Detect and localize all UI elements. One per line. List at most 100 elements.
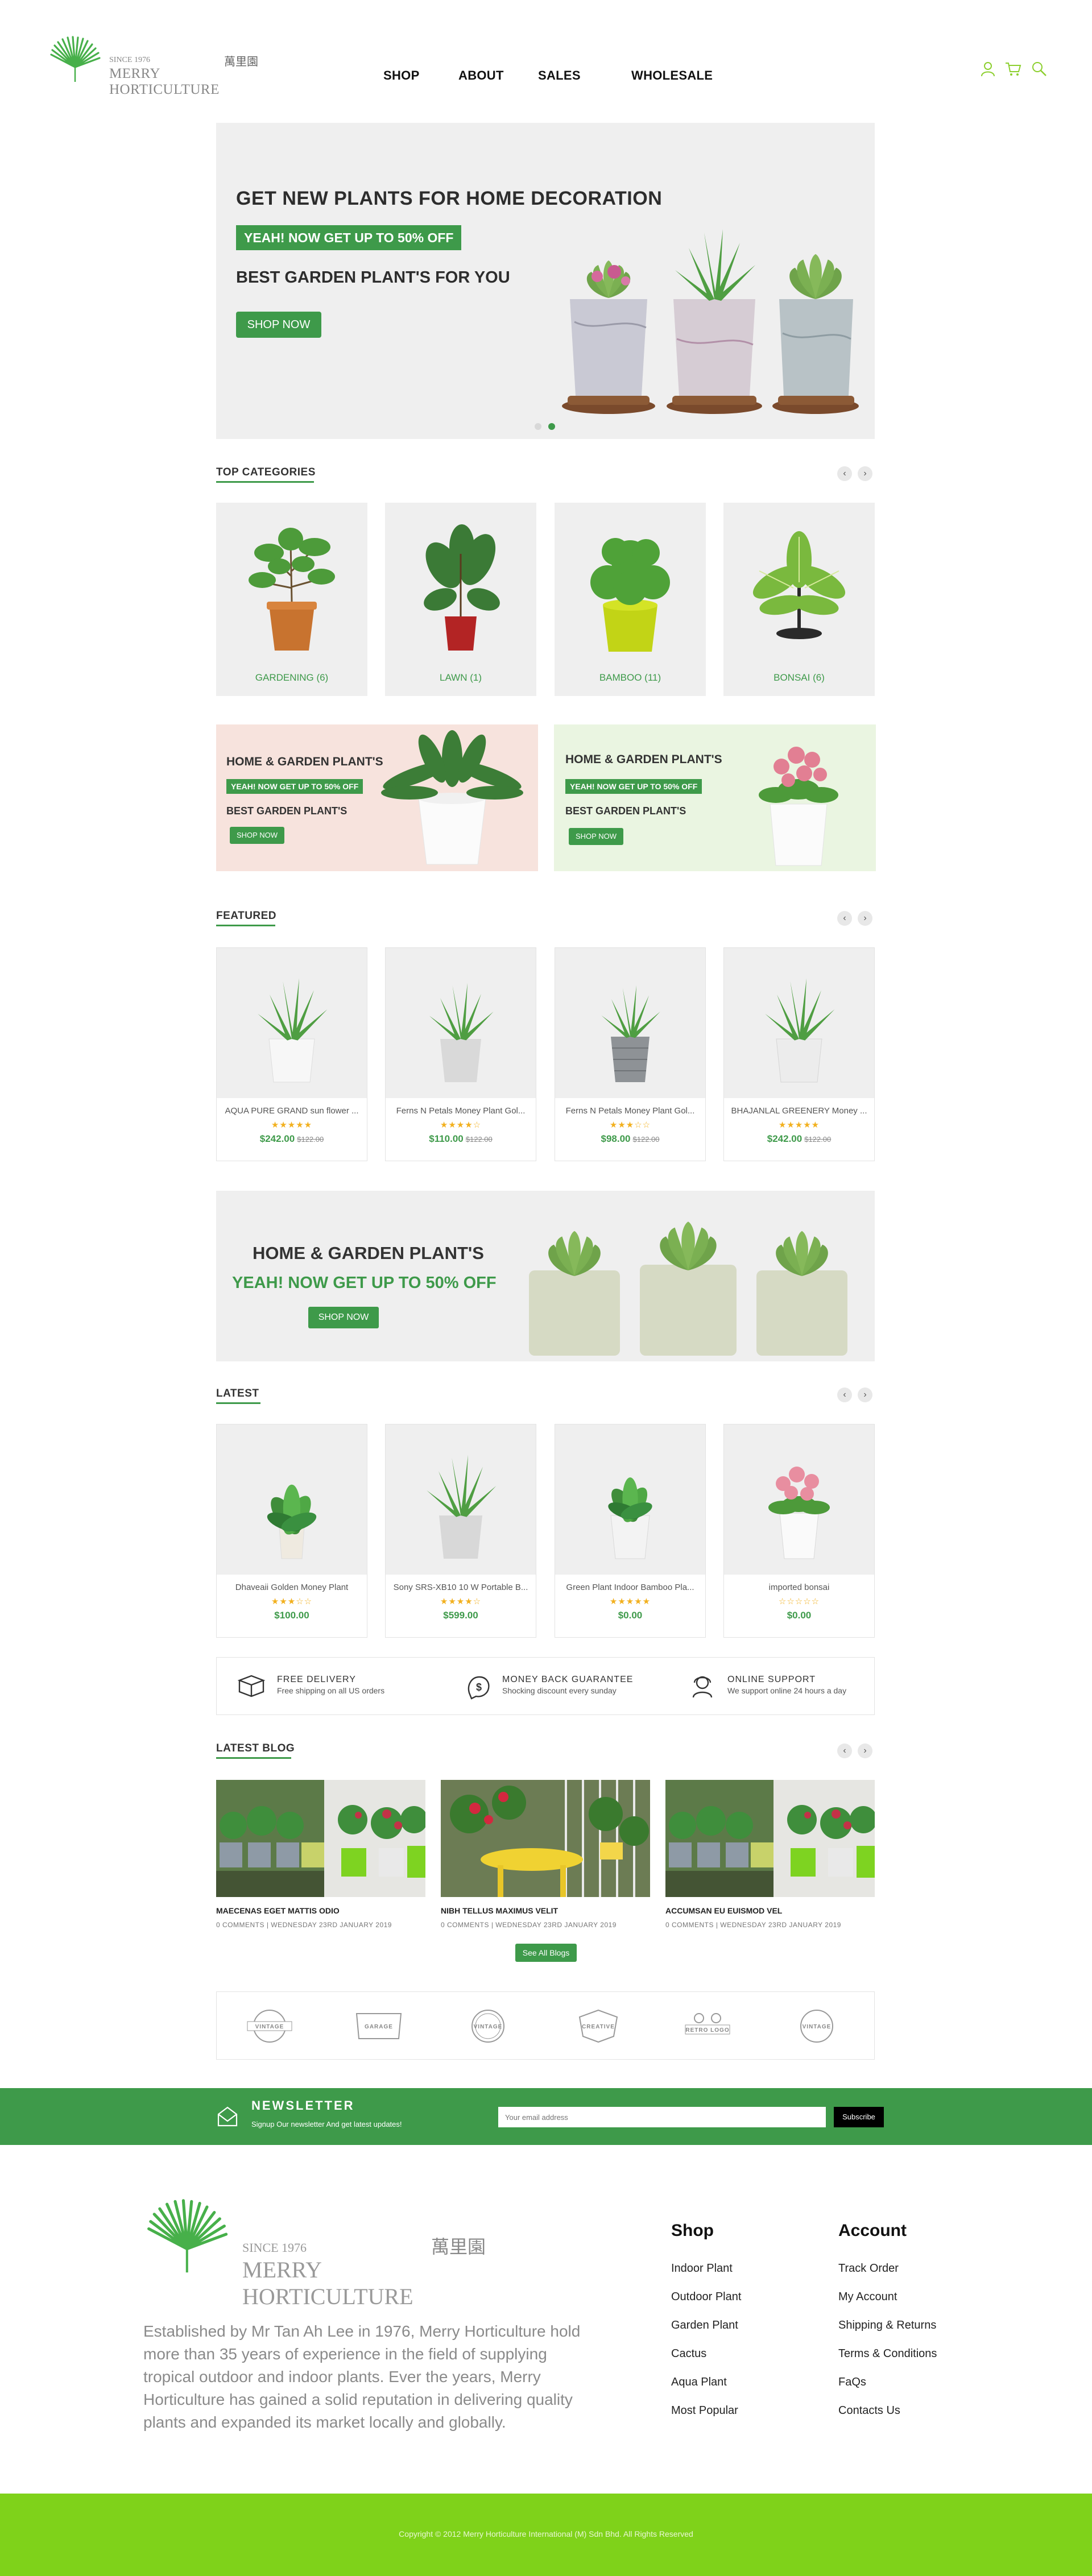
wide-banner-shop-now-button[interactable]: SHOP NOW [308, 1307, 379, 1328]
product-image [555, 1424, 705, 1575]
product-old-price: $122.00 [297, 1135, 324, 1144]
brand-name: VINTAGE [803, 2024, 832, 2030]
promo-left-plant-image [381, 730, 523, 865]
product-rating-stars: ★★★☆☆ [271, 1597, 313, 1606]
nav-sales[interactable]: SALES [538, 68, 581, 83]
category-card-bamboo[interactable]: BAMBOO (11) [555, 503, 706, 696]
categories-prev-arrow[interactable]: ‹ [837, 466, 852, 481]
blog-post-title[interactable]: MAECENAS EGET MATTIS ODIO [216, 1906, 340, 1915]
see-all-blogs-button[interactable]: See All Blogs [515, 1944, 577, 1962]
latest-product-card[interactable]: Sony SRS-XB10 10 W Portable B... ★★★★☆ $… [385, 1424, 536, 1638]
brand-logo-vintage[interactable]: VINTAGE [462, 2008, 514, 2044]
latest-title: LATEST [216, 1388, 259, 1399]
section-underline [216, 925, 275, 926]
promo-right-shop-now-button[interactable]: SHOP NOW [569, 828, 623, 845]
promo-right-subtitle: BEST GARDEN PLANT'S [565, 805, 686, 817]
feature-desc: Free shipping on all US orders [277, 1686, 385, 1695]
hero-shop-now-button[interactable]: SHOP NOW [236, 312, 321, 338]
product-price: $100.00 [274, 1610, 309, 1621]
nav-shop[interactable]: SHOP [383, 68, 420, 83]
blog-post-image[interactable] [216, 1780, 425, 1897]
product-image [724, 948, 874, 1098]
blog-prev-arrow[interactable]: ‹ [837, 1743, 852, 1758]
category-card-bonsai[interactable]: BONSAI (6) [723, 503, 875, 696]
product-name[interactable]: BHAJANLAL GREENERY Money ... [730, 1106, 868, 1116]
footer-link-terms-conditions[interactable]: Terms & Conditions [838, 2347, 937, 2360]
product-image [724, 1424, 874, 1575]
categories-next-arrow[interactable]: › [858, 466, 872, 481]
product-name[interactable]: Green Plant Indoor Bamboo Pla... [561, 1583, 700, 1592]
footer-logo[interactable]: SINCE 1976 萬里園 MERRY HORTICULTURE [143, 2196, 496, 2309]
search-icon[interactable] [1031, 60, 1048, 77]
nav-wholesale[interactable]: WHOLESALE [631, 68, 713, 83]
category-label-gardening[interactable]: GARDENING (6) [216, 672, 367, 684]
brand-name: CREATIVE [582, 2024, 615, 2030]
category-card-gardening[interactable]: GARDENING (6) [216, 503, 367, 696]
promo-banner-left[interactable]: HOME & GARDEN PLANT'S YEAH! NOW GET UP T… [216, 724, 538, 871]
newsletter-email-input[interactable] [498, 2107, 826, 2127]
latest-next-arrow[interactable]: › [858, 1388, 872, 1402]
category-label-bamboo[interactable]: BAMBOO (11) [555, 672, 706, 684]
subscribe-button[interactable]: Subscribe [834, 2107, 884, 2127]
blog-post-title[interactable]: ACCUMSAN EU EUISMOD VEL [665, 1906, 782, 1915]
product-name[interactable]: Ferns N Petals Money Plant Gol... [391, 1106, 530, 1116]
featured-prev-arrow[interactable]: ‹ [837, 911, 852, 926]
brand-logo-garage[interactable]: GARAGE [353, 2008, 404, 2044]
footer-link-indoor-plant[interactable]: Indoor Plant [671, 2262, 733, 2275]
latest-product-card[interactable]: Green Plant Indoor Bamboo Pla... ★★★★★ $… [555, 1424, 706, 1638]
footer-link-cactus[interactable]: Cactus [671, 2347, 706, 2360]
cart-icon[interactable] [1004, 60, 1021, 77]
featured-product-card[interactable]: BHAJANLAL GREENERY Money ... ★★★★★ $242.… [723, 947, 875, 1161]
category-label-lawn[interactable]: LAWN (1) [385, 672, 536, 684]
slider-dot-1[interactable] [535, 423, 541, 430]
blog-post-image[interactable] [441, 1780, 650, 1897]
product-price: $242.00 [259, 1133, 295, 1144]
footer-link-faqs[interactable]: FaQs [838, 2376, 866, 2389]
featured-product-card[interactable]: Ferns N Petals Money Plant Gol... ★★★☆☆ … [555, 947, 706, 1161]
category-card-lawn[interactable]: LAWN (1) [385, 503, 536, 696]
featured-product-card[interactable]: Ferns N Petals Money Plant Gol... ★★★★☆ … [385, 947, 536, 1161]
product-price: $0.00 [618, 1610, 643, 1621]
promo-banner-right[interactable]: HOME & GARDEN PLANT'S YEAH! NOW GET UP T… [554, 724, 876, 871]
product-name[interactable]: Dhaveaii Golden Money Plant [222, 1583, 361, 1592]
promo-right-badge: YEAH! NOW GET UP TO 50% OFF [565, 779, 702, 794]
product-name[interactable]: Sony SRS-XB10 10 W Portable B... [391, 1583, 530, 1592]
blog-post-title[interactable]: NIBH TELLUS MAXIMUS VELIT [441, 1906, 558, 1915]
blog-post-image[interactable] [665, 1780, 875, 1897]
nav-about[interactable]: ABOUT [458, 68, 504, 83]
category-label-bonsai[interactable]: BONSAI (6) [723, 672, 875, 684]
footer-link-track-order[interactable]: Track Order [838, 2262, 899, 2275]
delivery-box-icon [237, 1675, 266, 1697]
user-icon[interactable] [979, 60, 996, 77]
site-logo[interactable]: SINCE 1976 萬里園 MERRY HORTICULTURE [48, 35, 264, 97]
product-name[interactable]: AQUA PURE GRAND sun flower ... [222, 1106, 361, 1116]
brand-logo-vintage[interactable]: VINTAGE [244, 2008, 295, 2044]
footer-link-contacts-us[interactable]: Contacts Us [838, 2404, 900, 2417]
slider-dot-2[interactable] [548, 423, 555, 430]
footer-link-aqua-plant[interactable]: Aqua Plant [671, 2376, 727, 2389]
brand-logo-creative[interactable]: CREATIVE [573, 2008, 624, 2044]
footer-link-garden-plant[interactable]: Garden Plant [671, 2319, 738, 2332]
featured-next-arrow[interactable]: › [858, 911, 872, 926]
promo-left-shop-now-button[interactable]: SHOP NOW [230, 827, 284, 844]
brand-logo-vintage[interactable]: VINTAGE [791, 2008, 842, 2044]
brand-logo-retro[interactable]: RETRO LOGO [682, 2008, 733, 2044]
product-name[interactable]: Ferns N Petals Money Plant Gol... [561, 1106, 700, 1116]
footer-link-shipping-returns[interactable]: Shipping & Returns [838, 2319, 936, 2332]
blog-next-arrow[interactable]: › [858, 1743, 872, 1758]
footer-link-my-account[interactable]: My Account [838, 2291, 897, 2304]
feature-title: MONEY BACK GUARANTEE [502, 1675, 634, 1684]
latest-product-card[interactable]: imported bonsai ☆☆☆☆☆ $0.00 [723, 1424, 875, 1638]
blog-post-meta: 0 COMMENTS | WEDNESDAY 23RD JANUARY 2019 [216, 1921, 392, 1929]
product-name[interactable]: imported bonsai [730, 1583, 868, 1592]
gardening-plant-image [249, 528, 335, 651]
product-old-price: $122.00 [804, 1135, 832, 1144]
featured-product-card[interactable]: AQUA PURE GRAND sun flower ... ★★★★★ $24… [216, 947, 367, 1161]
latest-prev-arrow[interactable]: ‹ [837, 1388, 852, 1402]
bonsai-plant-image [752, 531, 846, 639]
footer-link-most-popular[interactable]: Most Popular [671, 2404, 738, 2417]
latest-product-card[interactable]: Dhaveaii Golden Money Plant ★★★☆☆ $100.0… [216, 1424, 367, 1638]
newsletter-mail-icon [217, 2106, 238, 2127]
footer-link-outdoor-plant[interactable]: Outdoor Plant [671, 2291, 741, 2304]
product-old-price: $122.00 [465, 1135, 493, 1144]
